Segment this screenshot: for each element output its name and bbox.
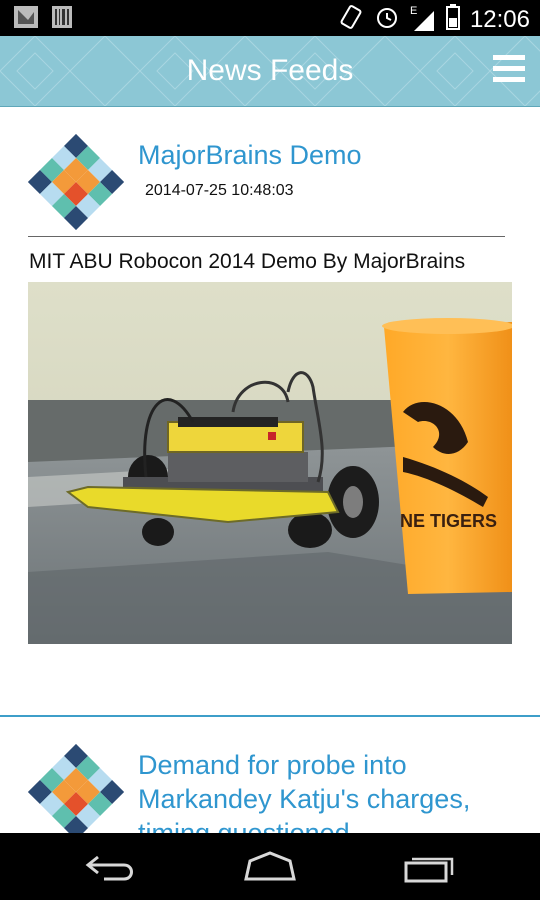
barcode-icon bbox=[52, 6, 72, 33]
back-button[interactable] bbox=[82, 847, 142, 887]
feed-separator bbox=[0, 715, 540, 717]
signal-icon: E bbox=[409, 4, 436, 33]
status-bar: E 12:06 bbox=[0, 0, 540, 36]
majorbrains-logo bbox=[28, 744, 124, 833]
feed-item-title[interactable]: MajorBrains Demo bbox=[138, 138, 518, 172]
cup-print-text: NE TIGERS bbox=[400, 511, 497, 531]
network-type-label: E bbox=[409, 4, 418, 17]
page-title: News Feeds bbox=[186, 54, 354, 87]
vibrate-icon bbox=[338, 4, 364, 35]
feed-item-title[interactable]: Demand for probe into Markandey Katju's … bbox=[138, 748, 518, 833]
back-icon bbox=[85, 855, 133, 881]
notification-icon bbox=[14, 6, 38, 33]
battery-icon bbox=[445, 4, 460, 35]
divider bbox=[28, 236, 505, 237]
feed-item[interactable]: MajorBrains Demo 2014-07-25 10:48:03 MIT… bbox=[0, 107, 540, 717]
feed-item-date: 2014-07-25 10:48:03 bbox=[145, 182, 294, 199]
home-icon bbox=[244, 851, 296, 881]
majorbrains-logo bbox=[28, 134, 124, 230]
app-bar: News Feeds bbox=[0, 36, 540, 108]
hamburger-menu-icon bbox=[493, 55, 525, 82]
navigation-bar bbox=[0, 833, 540, 900]
home-button[interactable] bbox=[240, 847, 300, 887]
clock: 12:06 bbox=[469, 5, 530, 33]
news-feed-list[interactable]: MajorBrains Demo 2014-07-25 10:48:03 MIT… bbox=[0, 107, 540, 833]
recent-apps-icon bbox=[404, 857, 454, 883]
feed-item[interactable]: Demand for probe into Markandey Katju's … bbox=[0, 719, 540, 833]
feed-item-image[interactable]: NE TIGERS bbox=[28, 282, 512, 644]
recent-apps-button[interactable] bbox=[398, 847, 458, 887]
alarm-icon bbox=[374, 4, 400, 35]
menu-button[interactable] bbox=[492, 52, 526, 86]
feed-item-description: MIT ABU Robocon 2014 Demo By MajorBrains bbox=[29, 250, 466, 273]
